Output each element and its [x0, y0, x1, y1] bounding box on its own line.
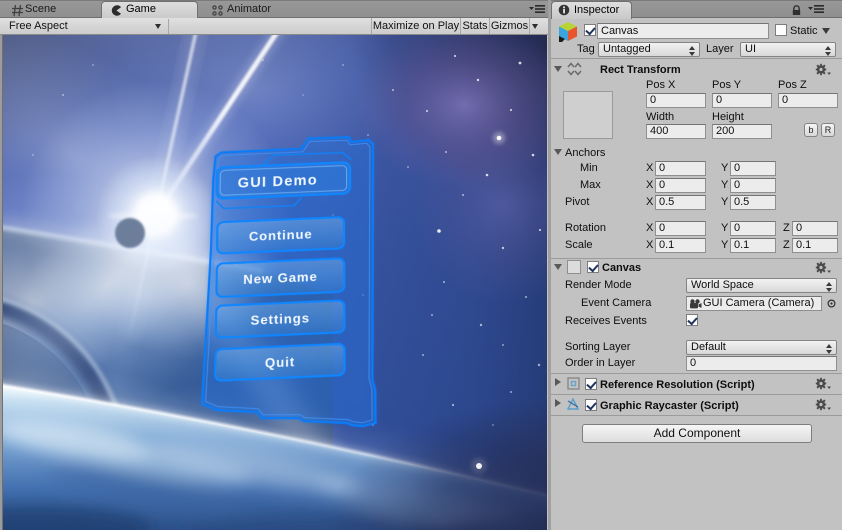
svg-text:Continue: Continue [249, 227, 313, 244]
svg-text:GUI Demo: GUI Demo [238, 172, 318, 191]
svg-text:Quit: Quit [265, 355, 295, 371]
svg-text:Settings: Settings [251, 311, 310, 328]
